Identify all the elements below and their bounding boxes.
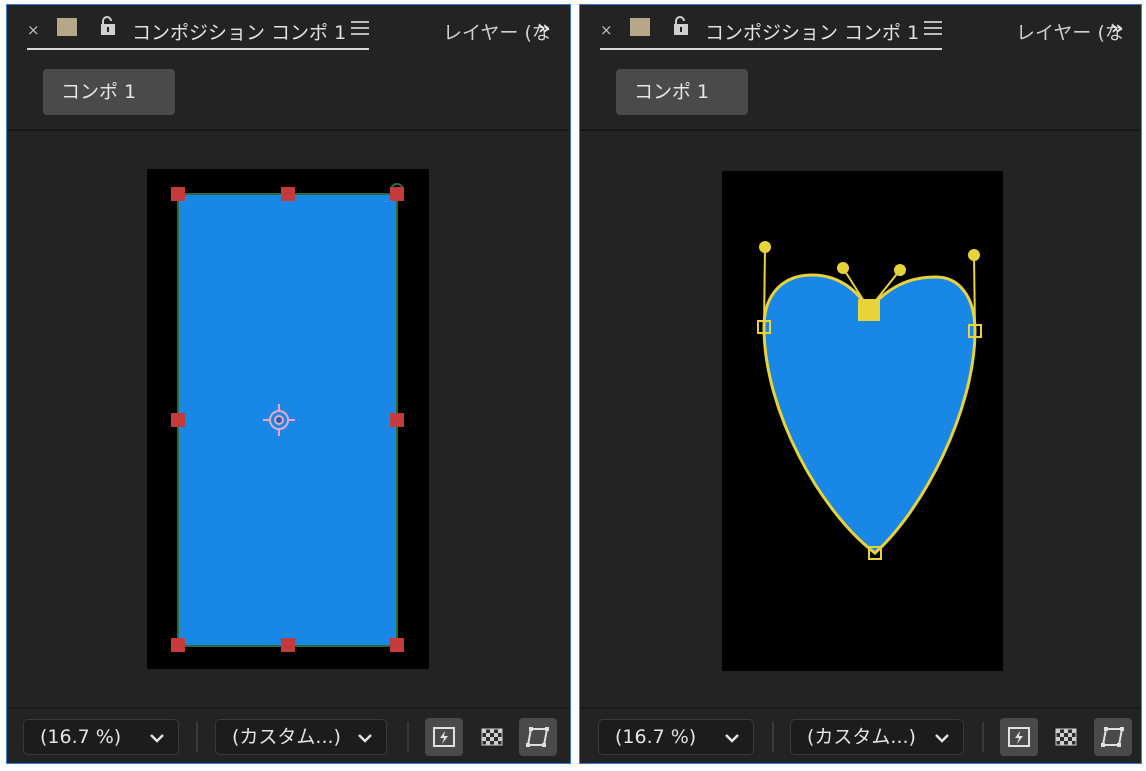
- overflow-tabs-icon[interactable]: »: [538, 17, 550, 39]
- transparency-grid-icon: [1055, 728, 1077, 746]
- active-tab-underline: [27, 48, 369, 50]
- label-color-swatch[interactable]: [630, 18, 650, 36]
- composition-panel-right: × コンポジション コンポ 1 レイヤー (な » コンポ 1 (16.7 %)…: [579, 4, 1142, 764]
- fast-preview-button[interactable]: [1000, 718, 1038, 756]
- tab-composition[interactable]: コンポジション コンポ 1: [132, 18, 346, 45]
- composition-viewer[interactable]: [580, 131, 1141, 709]
- resolution-value: (カスタム...): [232, 726, 341, 748]
- resolution-value: (カスタム...): [807, 726, 916, 748]
- composition-canvas: [147, 169, 429, 669]
- viewer-bottom-toolbar: (16.7 %) (カスタム...): [580, 707, 1141, 763]
- toolbar-divider: [407, 722, 409, 752]
- zoom-value: (16.7 %): [615, 726, 697, 748]
- tab-layer[interactable]: レイヤー (な: [1016, 18, 1124, 45]
- toolbar-divider: [196, 722, 198, 752]
- chevron-down-icon: [935, 734, 949, 743]
- panel-tab-bar: × コンポジション コンポ 1 レイヤー (な »: [580, 5, 1141, 50]
- chevron-down-icon: [150, 734, 164, 743]
- panel-tab-bar: × コンポジション コンポ 1 レイヤー (な »: [7, 5, 570, 50]
- hamburger-menu-icon[interactable]: [351, 21, 369, 35]
- hamburger-menu-icon[interactable]: [924, 21, 942, 35]
- fast-preview-button[interactable]: [425, 718, 463, 756]
- comp-breadcrumb-button[interactable]: コンポ 1: [616, 69, 748, 115]
- mask-visibility-icon: [1101, 727, 1124, 747]
- chevron-down-icon: [358, 734, 372, 743]
- zoom-dropdown[interactable]: (16.7 %): [598, 719, 754, 755]
- fast-preview-icon: [433, 727, 455, 747]
- tab-composition[interactable]: コンポジション コンポ 1: [705, 18, 919, 45]
- toolbar-divider: [772, 722, 774, 752]
- breadcrumb: コンポ 1: [580, 53, 1141, 131]
- transparency-grid-button[interactable]: [1047, 718, 1085, 756]
- active-tab-underline: [600, 48, 942, 50]
- close-icon[interactable]: ×: [600, 21, 613, 39]
- zoom-value: (16.7 %): [40, 726, 122, 748]
- label-color-swatch[interactable]: [57, 18, 77, 36]
- heart-shape-layer[interactable]: [722, 171, 1003, 671]
- transparency-grid-button[interactable]: [473, 718, 511, 756]
- overflow-tabs-icon[interactable]: »: [1111, 17, 1123, 39]
- zoom-dropdown[interactable]: (16.7 %): [23, 719, 179, 755]
- tab-layer[interactable]: レイヤー (な: [443, 18, 551, 45]
- rectangle-shape-layer[interactable]: [147, 169, 429, 669]
- composition-panel-left: × コンポジション コンポ 1 レイヤー (な » コンポ 1 (16.7 %)…: [6, 4, 571, 764]
- fast-preview-icon: [1008, 727, 1030, 747]
- resolution-dropdown[interactable]: (カスタム...): [215, 719, 387, 755]
- viewer-bottom-toolbar: (16.7 %) (カスタム...): [7, 707, 570, 763]
- resolution-dropdown[interactable]: (カスタム...): [790, 719, 964, 755]
- close-icon[interactable]: ×: [27, 21, 40, 39]
- mask-visibility-icon: [526, 727, 549, 747]
- composition-canvas: [722, 171, 1003, 671]
- unlock-icon[interactable]: [99, 16, 117, 36]
- toolbar-divider: [982, 722, 984, 752]
- chevron-down-icon: [725, 734, 739, 743]
- comp-breadcrumb-button[interactable]: コンポ 1: [43, 69, 175, 115]
- mask-visibility-button[interactable]: [1094, 718, 1132, 756]
- breadcrumb: コンポ 1: [7, 53, 570, 131]
- composition-viewer[interactable]: [7, 131, 570, 709]
- transparency-grid-icon: [481, 728, 503, 746]
- unlock-icon[interactable]: [672, 16, 690, 36]
- mask-visibility-button[interactable]: [519, 718, 557, 756]
